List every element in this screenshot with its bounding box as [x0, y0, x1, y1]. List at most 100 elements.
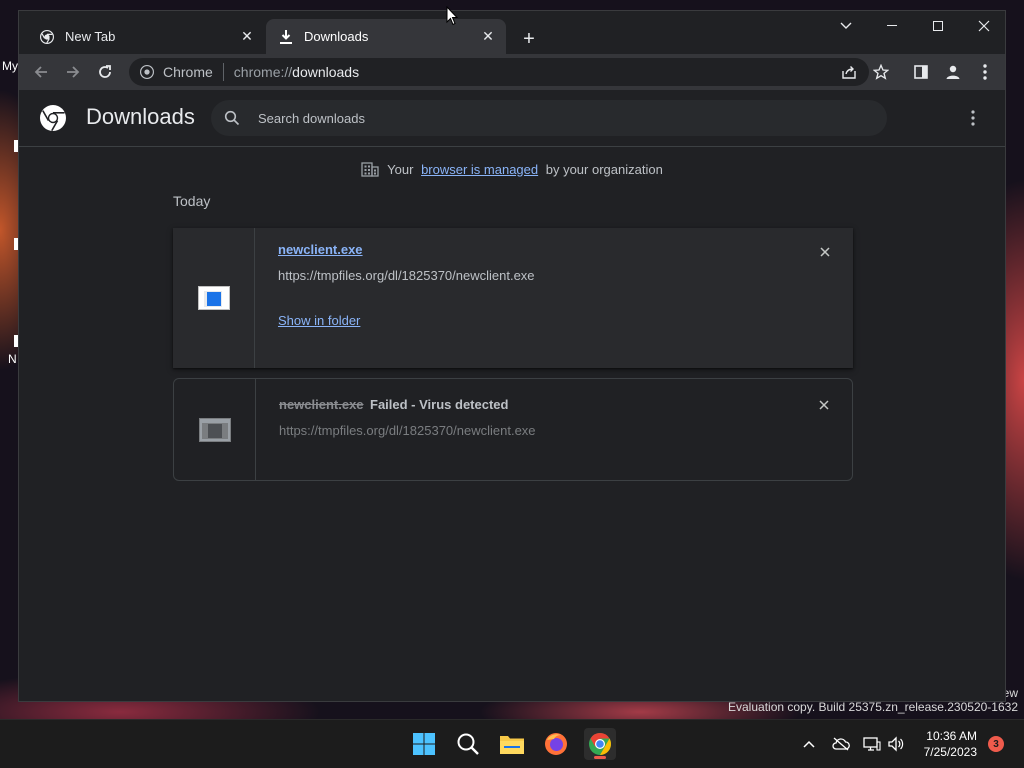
mouse-cursor-icon — [446, 6, 458, 26]
star-icon — [873, 64, 889, 80]
maximize-icon — [933, 21, 943, 31]
show-in-folder-link[interactable]: Show in folder — [278, 313, 360, 328]
start-icon — [413, 733, 435, 755]
tab-title: Downloads — [304, 29, 369, 44]
remove-download-button[interactable] — [814, 395, 834, 415]
chrome-icon — [139, 64, 155, 80]
close-icon[interactable]: ✕ — [478, 27, 498, 47]
tab-new-tab[interactable]: New Tab ✕ — [27, 19, 265, 54]
date-section-label: Today — [173, 193, 211, 209]
chrome-taskbar-button[interactable] — [584, 728, 616, 760]
more-vertical-icon — [971, 110, 975, 126]
reload-icon — [99, 65, 111, 78]
cloud-offline-icon — [832, 737, 850, 751]
bookmark-button[interactable] — [867, 58, 895, 86]
network-icon — [863, 737, 881, 751]
chevron-up-icon — [803, 740, 815, 748]
volume-button[interactable] — [884, 732, 908, 756]
chrome-logo-icon — [40, 105, 66, 131]
file-explorer-button[interactable] — [496, 728, 528, 760]
reload-button[interactable] — [91, 58, 119, 86]
minimize-button[interactable] — [869, 11, 915, 41]
desktop-icon-label[interactable]: N — [8, 352, 17, 366]
tab-search-button[interactable] — [823, 11, 869, 41]
taskbar: 10:36 AM 7/25/2023 3 — [0, 719, 1024, 768]
desktop-icon-label[interactable]: My — [2, 59, 18, 73]
share-icon — [842, 66, 856, 79]
remove-download-button[interactable] — [815, 242, 835, 262]
arrow-right-icon — [67, 66, 80, 78]
exe-file-icon — [198, 417, 231, 442]
chevron-down-icon — [840, 22, 852, 29]
downloads-menu-button[interactable] — [963, 108, 983, 128]
download-item-failed: newclient.exe Failed - Virus detected ht… — [173, 378, 853, 481]
speaker-icon — [888, 736, 904, 752]
search-box[interactable] — [211, 100, 887, 136]
downloads-header: Downloads — [19, 90, 1005, 147]
managed-policy-link[interactable]: browser is managed — [421, 162, 538, 177]
download-status: Failed - Virus detected — [370, 397, 509, 412]
new-tab-button[interactable]: + — [517, 27, 541, 51]
show-hidden-icons-button[interactable] — [797, 732, 821, 756]
more-vertical-icon — [983, 64, 987, 80]
taskbar-clock[interactable]: 10:36 AM 7/25/2023 — [924, 728, 977, 760]
start-button[interactable] — [408, 728, 440, 760]
exe-file-icon — [197, 286, 230, 310]
browser-toolbar: Chrome chrome:// downloads — [19, 54, 1005, 90]
file-explorer-icon — [500, 736, 524, 754]
tab-downloads[interactable]: Downloads ✕ — [266, 19, 506, 54]
minimize-icon — [887, 25, 897, 26]
clock-time: 10:36 AM — [926, 729, 977, 743]
firefox-button[interactable] — [540, 728, 572, 760]
managed-suffix: by your organization — [542, 161, 663, 177]
managed-notice: Your browser is managed by your organiza… — [19, 160, 1005, 178]
close-icon — [978, 20, 990, 32]
downloads-page: Downloads Your browser is managed — [19, 90, 1005, 701]
taskbar-search-button[interactable] — [452, 728, 484, 760]
search-input[interactable] — [256, 109, 820, 127]
search-icon — [457, 733, 479, 755]
person-icon — [946, 65, 960, 79]
profile-button[interactable] — [939, 58, 967, 86]
download-filename-failed: newclient.exe — [279, 397, 364, 412]
file-icon-column — [173, 228, 255, 368]
file-icon-column — [174, 379, 256, 480]
page-title: Downloads — [86, 104, 195, 129]
managed-prefix: Your — [387, 161, 418, 177]
side-panel-button[interactable] — [907, 58, 935, 86]
clock-date: 7/25/2023 — [923, 745, 977, 759]
close-icon — [819, 400, 829, 410]
close-icon — [820, 247, 830, 257]
download-item: newclient.exe https://tmpfiles.org/dl/18… — [173, 228, 853, 368]
share-button[interactable] — [835, 58, 863, 86]
network-button[interactable] — [860, 732, 884, 756]
search-icon — [222, 108, 242, 128]
building-icon — [361, 162, 379, 177]
site-chip-label[interactable]: Chrome — [163, 64, 213, 80]
address-bar[interactable]: Chrome chrome:// downloads — [129, 58, 869, 86]
back-button[interactable] — [27, 58, 55, 86]
close-icon[interactable]: ✕ — [237, 27, 257, 47]
tab-strip: New Tab ✕ Downloads ✕ + — [19, 11, 1005, 54]
tab-title: New Tab — [65, 29, 116, 44]
side-panel-icon — [914, 65, 928, 79]
download-source-url: https://tmpfiles.org/dl/1825370/newclien… — [279, 423, 536, 438]
firefox-icon — [545, 733, 567, 755]
download-icon — [278, 29, 294, 45]
url-path: downloads — [292, 64, 360, 80]
notification-badge[interactable]: 3 — [988, 736, 1004, 752]
active-app-indicator — [594, 756, 606, 759]
onedrive-button[interactable] — [829, 732, 853, 756]
evaluation-watermark: Evaluation copy. Build 25375.zn_release.… — [728, 700, 1018, 714]
close-window-button[interactable] — [961, 11, 1007, 41]
maximize-button[interactable] — [915, 11, 961, 41]
forward-button[interactable] — [59, 58, 87, 86]
download-filename-link[interactable]: newclient.exe — [278, 242, 363, 257]
chrome-icon — [39, 29, 55, 45]
browser-menu-button[interactable] — [971, 58, 999, 86]
arrow-left-icon — [34, 66, 47, 78]
omnibox-separator — [222, 63, 224, 81]
download-source-url: https://tmpfiles.org/dl/1825370/newclien… — [278, 268, 535, 283]
chrome-icon — [589, 733, 611, 755]
url-scheme: chrome:// — [233, 64, 293, 80]
